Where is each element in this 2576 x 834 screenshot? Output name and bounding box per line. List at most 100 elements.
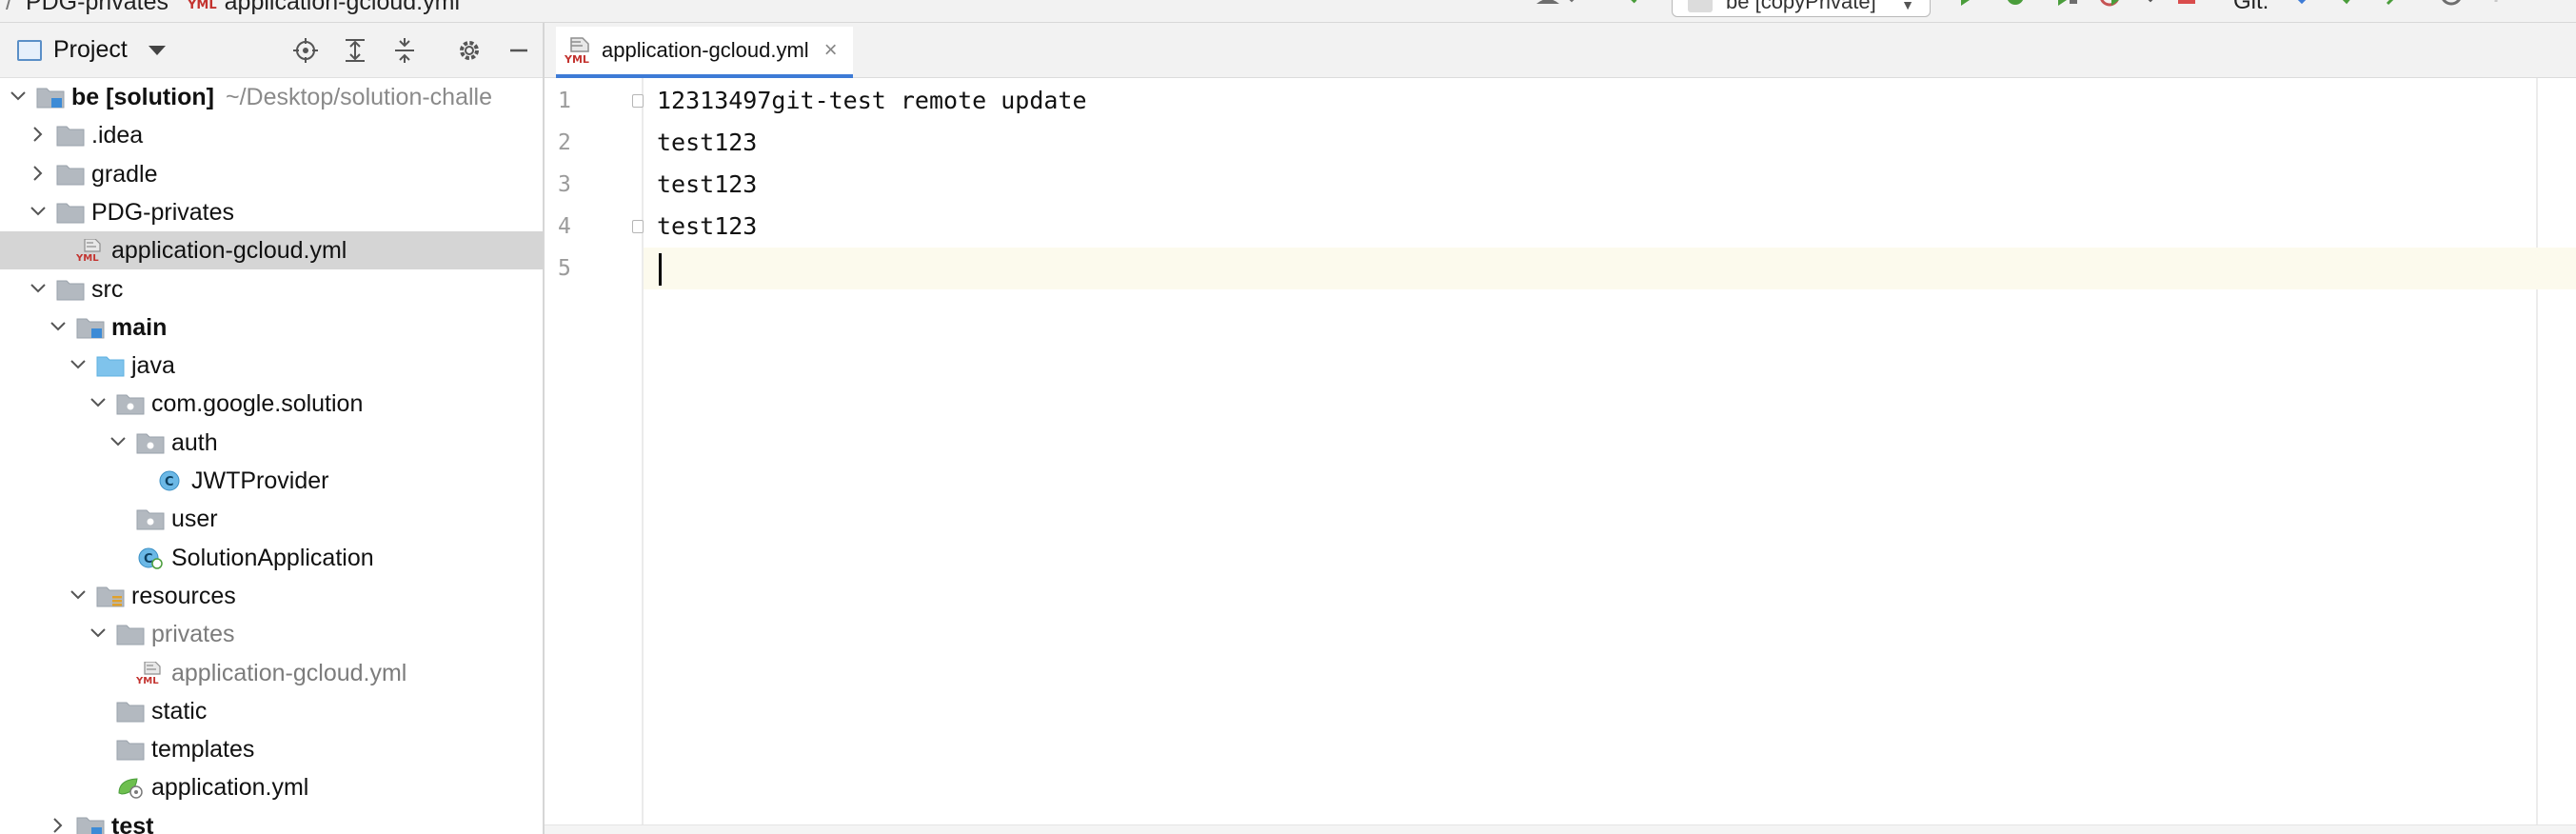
tree-row[interactable]: main <box>0 308 543 347</box>
tree-row-label: .idea <box>91 122 143 149</box>
java-class-icon: C <box>156 469 185 492</box>
tree-row-label: java <box>131 352 175 379</box>
chevron-down-icon[interactable] <box>2144 0 2157 15</box>
coverage-icon[interactable] <box>2052 0 2079 15</box>
tree-row-label: SolutionApplication <box>171 545 374 571</box>
run-configuration-selector[interactable]: be [copyPrivate] ▼ <box>1672 0 1931 17</box>
tree-row[interactable]: user <box>0 500 543 538</box>
run-icon[interactable] <box>1957 0 1976 15</box>
tree-row[interactable]: YML application-gcloud.yml <box>0 231 543 270</box>
chevron-down-icon[interactable] <box>88 392 109 413</box>
java-folder-icon <box>96 354 125 377</box>
profile-icon[interactable] <box>2098 0 2125 15</box>
tree-row[interactable]: application.yml <box>0 768 543 806</box>
tree-row-text: application.yml <box>151 774 309 802</box>
code-line[interactable]: 12313497git-test remote update <box>644 80 2576 122</box>
chevron-down-icon[interactable] <box>28 201 49 222</box>
chevron-down-icon[interactable] <box>68 585 89 606</box>
svg-text:YML: YML <box>564 53 589 65</box>
locate-file-icon[interactable] <box>291 36 320 65</box>
history-icon[interactable] <box>2439 0 2464 15</box>
git-push-icon[interactable] <box>2384 0 2405 15</box>
build-hammer-icon[interactable] <box>1624 0 1643 15</box>
chevron-down-icon[interactable] <box>149 46 166 55</box>
tree-row[interactable]: .idea <box>0 116 543 154</box>
svg-text:C: C <box>144 552 153 566</box>
tree-row[interactable]: auth <box>0 424 543 462</box>
code-line[interactable]: test123 <box>644 122 2576 164</box>
collapse-all-icon[interactable] <box>390 36 419 65</box>
tree-row[interactable]: test <box>0 807 543 834</box>
tree-row-text: java <box>131 352 175 380</box>
tree-row[interactable]: YML application-gcloud.yml <box>0 654 543 692</box>
tree-row[interactable]: C JWTProvider <box>0 462 543 500</box>
stop-icon[interactable] <box>2176 0 2197 15</box>
svg-text:C: C <box>165 475 174 489</box>
tree-row[interactable]: PDG-privates <box>0 193 543 231</box>
debug-icon[interactable] <box>2003 0 2028 15</box>
code-line[interactable]: test123 <box>644 206 2576 248</box>
git-update-icon[interactable] <box>2292 0 2311 15</box>
chevron-down-icon[interactable] <box>108 431 129 452</box>
package-icon <box>136 507 165 530</box>
tree-row-text: gradle <box>91 160 158 188</box>
tree-row[interactable]: templates <box>0 730 543 768</box>
code-line[interactable]: test123 <box>644 164 2576 206</box>
line-number: 4 <box>558 214 571 239</box>
chevron-right-icon[interactable] <box>48 815 69 834</box>
project-view-title[interactable]: Project <box>53 36 128 64</box>
text-caret <box>659 253 662 286</box>
tree-row[interactable]: com.google.solution <box>0 385 543 423</box>
tree-row-text: SolutionApplication <box>171 544 374 571</box>
chevron-right-icon[interactable] <box>28 163 49 184</box>
tree-row-label: test <box>111 813 153 834</box>
folder-icon <box>56 278 85 301</box>
tree-row[interactable]: privates <box>0 615 543 653</box>
chevron-down-icon[interactable] <box>48 316 69 337</box>
breadcrumb-separator: / <box>6 0 12 15</box>
fold-marker-icon[interactable] <box>632 94 644 108</box>
expand-all-icon[interactable] <box>341 36 369 65</box>
editor-tab[interactable]: YML application-gcloud.yml × <box>556 27 853 78</box>
git-commit-icon[interactable] <box>2338 0 2359 15</box>
folder-icon <box>56 163 85 186</box>
tree-row-text: templates <box>151 736 255 764</box>
code-editor[interactable]: 12313497git-test remote update test123 tes… <box>644 78 2576 834</box>
rollback-icon[interactable] <box>2492 0 2515 15</box>
svg-text:YML: YML <box>136 676 159 685</box>
tree-row-label: privates <box>151 621 235 647</box>
project-tool-window: Project be [solution] ~/Desktop/solution-… <box>0 23 545 834</box>
chevron-down-icon[interactable] <box>88 623 109 644</box>
tree-row[interactable]: gradle <box>0 155 543 193</box>
tree-row[interactable]: static <box>0 692 543 730</box>
package-icon <box>136 431 165 454</box>
fold-marker-icon[interactable] <box>632 220 644 233</box>
tree-row[interactable]: C SolutionApplication <box>0 539 543 577</box>
tree-row-label: PDG-privates <box>91 199 234 226</box>
code-text: test123 <box>657 129 758 156</box>
code-text: test123 <box>657 212 758 240</box>
tree-row-label: static <box>151 698 207 725</box>
gear-icon[interactable] <box>455 36 484 65</box>
tree-row[interactable]: src <box>0 270 543 308</box>
chevron-down-icon[interactable] <box>68 354 89 375</box>
top-toolbar: / PDG-privates YML application-gcloud.ym… <box>0 0 2576 23</box>
horizontal-scrollbar[interactable] <box>545 824 2576 834</box>
tree-row[interactable]: be [solution] ~/Desktop/solution-challe <box>0 78 543 116</box>
breadcrumb-item-file[interactable]: application-gcloud.yml <box>225 0 460 16</box>
tree-row-text: be [solution] <box>71 84 214 110</box>
close-icon[interactable]: × <box>824 37 838 64</box>
module-folder-icon <box>36 86 65 109</box>
tree-row[interactable]: java <box>0 347 543 385</box>
chevron-down-icon[interactable] <box>28 278 49 299</box>
tree-row[interactable]: resources <box>0 577 543 615</box>
user-icon[interactable] <box>1535 0 1576 15</box>
hide-panel-icon[interactable] <box>505 36 533 65</box>
chevron-right-icon[interactable] <box>28 124 49 145</box>
tree-row-label: user <box>171 506 218 532</box>
git-label: Git: <box>2233 0 2269 14</box>
current-code-line[interactable] <box>644 248 2576 289</box>
tree-row-text: src <box>91 275 124 303</box>
breadcrumb-item-folder[interactable]: PDG-privates <box>26 0 168 16</box>
chevron-down-icon[interactable] <box>8 86 29 107</box>
